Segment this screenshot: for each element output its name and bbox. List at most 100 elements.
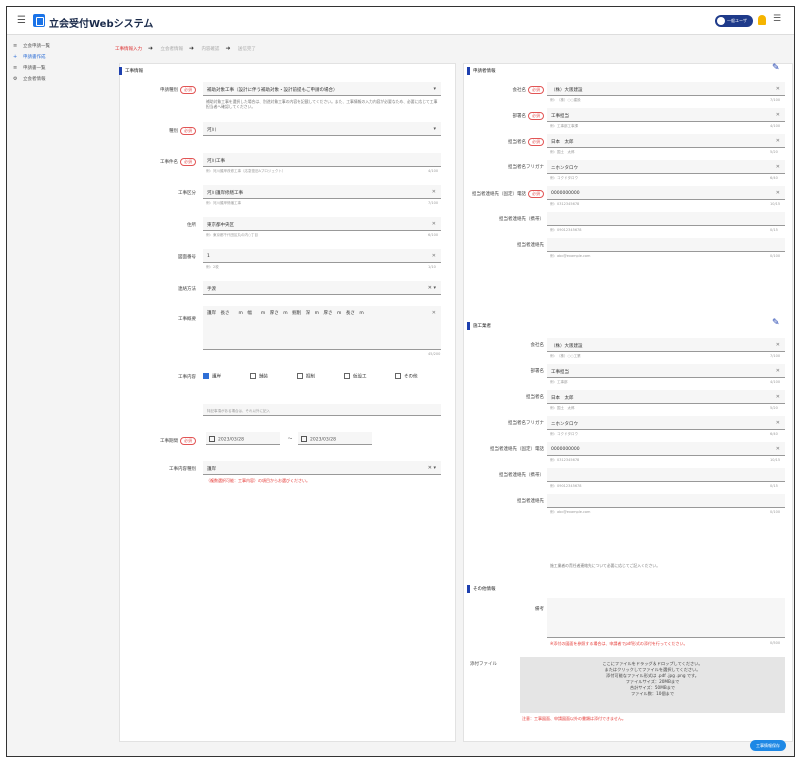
calendar-icon — [209, 436, 215, 442]
contact-field-input[interactable]: 工事担当 ✕ — [547, 364, 785, 378]
contact-field-input[interactable] — [547, 238, 785, 252]
field-label: 担当者連絡先（固定）電話 — [490, 447, 544, 452]
field-label: 備考 — [535, 607, 544, 612]
field-label: 担当者連絡先（固定）電話 必須 — [460, 190, 544, 198]
clear-icon[interactable]: ✕ — [776, 138, 780, 144]
contact-field-input[interactable]: （株）大阪建設 ✕ — [547, 82, 785, 96]
contact-field-input[interactable]: 0000000000 ✕ — [547, 442, 785, 456]
application-type-select[interactable]: 補助対象工事（設計に伴う補助対象・設計前提もご申請の場合） ▾ — [203, 82, 441, 96]
char-count: 0/15 — [770, 484, 778, 488]
char-count: 4/100 — [770, 380, 781, 384]
chevron-down-icon: ▾ — [433, 86, 436, 92]
clear-icon[interactable]: ✕ — [776, 190, 780, 196]
sidebar-item-label: 立会者情報 — [23, 77, 46, 82]
field-label: 住所 — [187, 223, 196, 228]
drawing-number-input[interactable]: 1 ✕ — [203, 249, 441, 263]
char-count: 4/100 — [770, 124, 781, 128]
user-menu-button[interactable]: 一般ユーザ — [715, 15, 753, 27]
contact-field-input[interactable]: ニホンタロウ ✕ — [547, 416, 785, 430]
sidebar-item-list[interactable]: ≡ 立会申請一覧 — [13, 43, 50, 52]
clear-icon[interactable]: ✕ — [776, 446, 780, 452]
contact-field-input[interactable] — [547, 212, 785, 226]
checkbox-icon — [250, 373, 256, 379]
char-count: 1/10 — [428, 265, 436, 269]
edit-icon[interactable]: ✎ — [772, 64, 781, 73]
user-label: 一般ユーザ — [727, 18, 747, 23]
field-hint: 例：abc@example.com — [550, 510, 591, 514]
memo-textarea[interactable] — [547, 598, 785, 638]
category-select[interactable]: 河川 ▾ — [203, 122, 441, 136]
sidebar-item-inspector[interactable]: ⚙ 立会者情報 — [13, 76, 46, 85]
field-hint: 例：国土 太郎 — [550, 150, 575, 154]
calendar-icon — [301, 436, 307, 442]
file-drop-zone[interactable]: ここにファイルをドラッグ＆ドロップしてください。 またはクリックしてファイルを選… — [520, 657, 785, 713]
field-label: 担当者名フリガナ — [508, 421, 544, 426]
clear-icon[interactable]: ✕ — [776, 86, 780, 92]
list-icon: ≡ — [13, 43, 18, 49]
field-label: 担当者連絡先 — [517, 499, 544, 504]
field-hint: 例：コクドタロウ — [550, 176, 578, 180]
char-count: 0/500 — [770, 641, 781, 645]
more-menu-icon[interactable]: ☰ — [773, 14, 781, 24]
field-hint: 例：河川護岸改修工事（応急復旧Aプロジェクト） — [206, 169, 286, 173]
contact-field-input[interactable] — [547, 468, 785, 482]
date-separator: 〜 — [287, 437, 293, 442]
breadcrumb-step: 内容確認 — [201, 47, 220, 52]
checkbox-temporary[interactable]: 仮設工 — [344, 373, 367, 380]
hamburger-menu-icon[interactable]: ☰ — [17, 16, 26, 26]
work-type-input[interactable]: 河川護岸修繕工事 ✕ — [203, 185, 441, 199]
start-date-input[interactable]: 2023/03/28 — [206, 432, 280, 445]
checkbox-revetment[interactable]: 護岸 — [203, 373, 221, 380]
contact-field-input[interactable]: 0000000000 ✕ — [547, 186, 785, 200]
clear-icon[interactable]: ✕ — [432, 310, 436, 317]
clear-icon[interactable]: ✕ — [432, 221, 436, 227]
app-logo-icon — [33, 14, 45, 27]
checkbox-other[interactable]: その他 — [395, 373, 418, 380]
contact-field-input[interactable] — [547, 494, 785, 508]
contact-field-input[interactable]: （株）大阪建設 ✕ — [547, 338, 785, 352]
char-count: 7/100 — [428, 201, 439, 205]
clear-icon[interactable]: ✕ — [776, 112, 780, 118]
contact-field-input[interactable]: 日本 太郎 ✕ — [547, 134, 785, 148]
user-avatar-icon — [717, 17, 725, 25]
field-hint: 例：2枚 — [206, 265, 219, 269]
clear-icon[interactable]: ✕ — [776, 368, 780, 374]
clear-icon[interactable]: ✕ — [776, 394, 780, 400]
char-count: 10/15 — [770, 458, 781, 462]
checkbox-paving[interactable]: 舗装 — [250, 373, 268, 380]
clear-icon[interactable]: ✕ — [776, 164, 780, 170]
contractor-note: 施工業者の責任者連絡先について必要に応じてご記入ください。 — [550, 563, 660, 568]
contact-field-input[interactable]: ニホンタロウ ✕ — [547, 160, 785, 174]
work-category-select[interactable]: 護岸 ✕ ▾ — [203, 461, 441, 475]
contact-field-input[interactable]: 日本 太郎 ✕ — [547, 390, 785, 404]
sidebar-item-applications[interactable]: ≡ 申請書一覧 — [13, 65, 46, 74]
address-input[interactable]: 東京都中央区 ✕ — [203, 217, 441, 231]
field-hint: 例：0312345678 — [550, 202, 580, 206]
save-button[interactable]: 工事情報保存 — [750, 740, 786, 751]
error-message: ※添付の図面を参照する場合は、申請者でpdf形式の添付を行ってください。 — [550, 641, 688, 646]
checkbox-icon — [395, 373, 401, 379]
contact-method-select[interactable]: 手渡 ✕ ▾ — [203, 281, 441, 295]
work-content-other-input[interactable]: 特記事項がある場合は、それ以外に記入 — [203, 404, 441, 416]
field-label: 担当者連絡先（携帯） — [499, 473, 544, 478]
section-title-applicant: 申請者情報 — [467, 67, 496, 75]
clear-icon[interactable]: ✕ — [776, 342, 780, 348]
checkbox-excavation[interactable]: 掘削 — [297, 373, 315, 380]
arrow-right-icon: ➜ — [225, 45, 231, 52]
notification-bell-icon[interactable] — [758, 15, 766, 25]
project-name-input[interactable]: 河川工事 — [203, 153, 441, 167]
field-hint: 例：工事部工事課 — [550, 124, 578, 128]
clear-icon[interactable]: ✕ — [432, 253, 436, 259]
end-date-input[interactable]: 2023/03/28 — [298, 432, 372, 445]
clear-icon[interactable]: ✕ — [432, 189, 436, 195]
edit-icon[interactable]: ✎ — [772, 319, 781, 328]
work-summary-textarea[interactable]: 護岸 長さ m 幅 m 厚さ m 掘削 深 m 厚さ m 長さ m ✕ — [203, 306, 441, 350]
checkbox-icon — [297, 373, 303, 379]
clear-icon[interactable]: ✕ — [776, 420, 780, 426]
arrow-right-icon: ➜ — [188, 45, 194, 52]
field-label: 部署名 — [530, 369, 545, 374]
char-count: 6/100 — [428, 233, 439, 237]
sidebar-item-create[interactable]: + 申請書作成 — [13, 54, 46, 63]
contact-field-input[interactable]: 工事担当 ✕ — [547, 108, 785, 122]
field-label: 担当者連絡先（携帯） — [499, 217, 544, 222]
